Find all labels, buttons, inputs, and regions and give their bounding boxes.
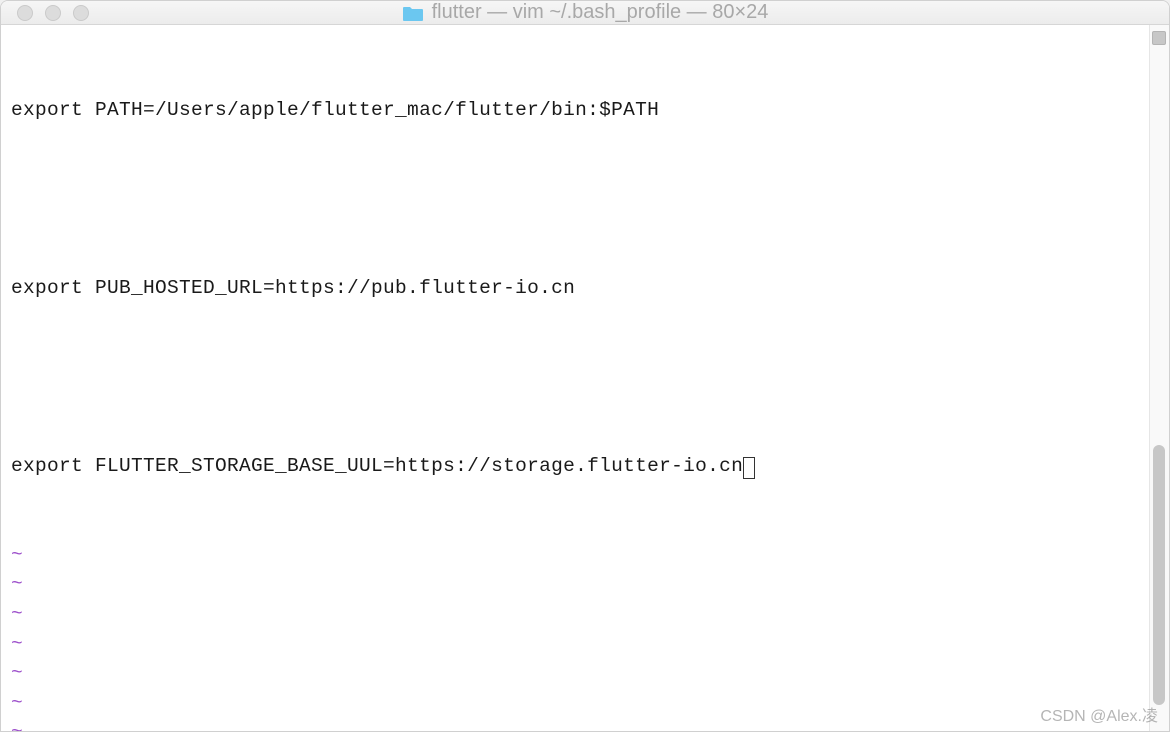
file-line: export PUB_HOSTED_URL=https://pub.flutte… — [11, 274, 1139, 304]
titlebar: flutter — vim ~/.bash_profile — 80×24 — [1, 1, 1169, 25]
file-line — [11, 185, 1139, 215]
zoom-button[interactable] — [73, 5, 89, 21]
empty-line-tilde: ~ — [11, 659, 1139, 689]
scroll-thumb[interactable] — [1153, 445, 1165, 705]
traffic-lights — [17, 5, 89, 21]
window-title: flutter — vim ~/.bash_profile — 80×24 — [432, 1, 769, 24]
content-area: export PATH=/Users/apple/flutter_mac/flu… — [1, 25, 1169, 732]
empty-lines: ~~~~~~~~~~~~~~~~~ — [11, 541, 1139, 732]
empty-line-tilde: ~ — [11, 718, 1139, 732]
cursor-icon — [743, 457, 755, 479]
empty-line-tilde: ~ — [11, 689, 1139, 719]
empty-line-tilde: ~ — [11, 570, 1139, 600]
scrollbar[interactable] — [1149, 25, 1169, 732]
minimize-button[interactable] — [45, 5, 61, 21]
file-line-text: export FLUTTER_STORAGE_BASE_UUL=https://… — [11, 455, 743, 477]
file-line — [11, 363, 1139, 393]
file-line: export PATH=/Users/apple/flutter_mac/flu… — [11, 96, 1139, 126]
empty-line-tilde: ~ — [11, 541, 1139, 571]
empty-line-tilde: ~ — [11, 630, 1139, 660]
file-line-with-cursor: export FLUTTER_STORAGE_BASE_UUL=https://… — [11, 452, 1139, 482]
scroll-indicator-icon — [1152, 31, 1166, 45]
empty-line-tilde: ~ — [11, 600, 1139, 630]
terminal-view[interactable]: export PATH=/Users/apple/flutter_mac/flu… — [1, 25, 1149, 732]
window-title-area: flutter — vim ~/.bash_profile — 80×24 — [17, 1, 1153, 24]
folder-icon — [402, 4, 424, 22]
terminal-window: flutter — vim ~/.bash_profile — 80×24 ex… — [0, 0, 1170, 732]
close-button[interactable] — [17, 5, 33, 21]
